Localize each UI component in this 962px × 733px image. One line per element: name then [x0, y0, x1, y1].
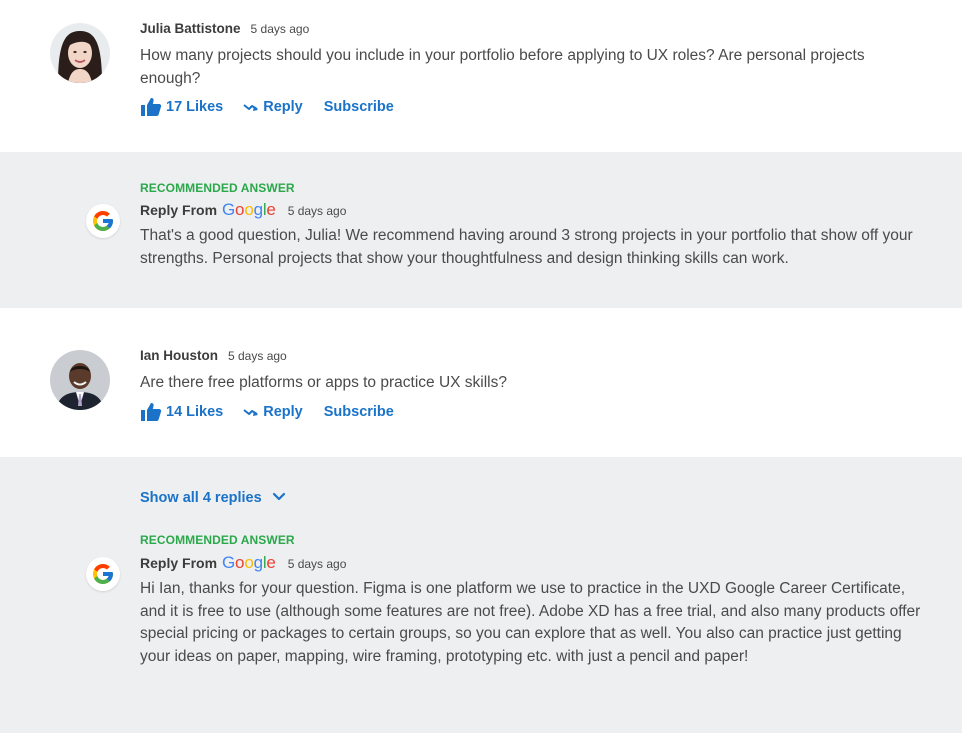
reply-button[interactable]: Reply [243, 99, 303, 115]
like-button[interactable]: 14 Likes [140, 402, 223, 422]
reply-from-header: Reply From Google 5 days ago [140, 200, 346, 220]
avatar-ian[interactable] [50, 350, 110, 410]
author-name[interactable]: Ian Houston [140, 348, 218, 363]
reply-from-label: Reply From [140, 555, 218, 571]
question-actions: 17 Likes Reply Subscribe [140, 97, 394, 117]
question-meta: Ian Houston 5 days ago [140, 348, 287, 363]
google-wordmark: Google [222, 553, 276, 572]
recommended-answer-badge: RECOMMENDED ANSWER [140, 181, 295, 195]
subscribe-button[interactable]: Subscribe [324, 404, 394, 420]
question-text: Are there free platforms or apps to prac… [140, 374, 507, 391]
answer-text: That's a good question, Julia! We recomm… [140, 227, 913, 267]
question-text: How many projects should you include in … [140, 47, 865, 87]
reply-label: Reply [263, 404, 303, 420]
show-all-replies-button[interactable]: Show all 4 replies [140, 490, 286, 506]
subscribe-button[interactable]: Subscribe [324, 99, 394, 115]
like-button[interactable]: 17 Likes [140, 97, 223, 117]
google-g-logo [86, 557, 120, 591]
reply-arrow-icon [243, 406, 259, 418]
author-name[interactable]: Julia Battistone [140, 21, 241, 36]
avatar-julia[interactable] [50, 23, 110, 83]
answer-time: 5 days ago [287, 204, 347, 218]
answer-text: Hi Ian, thanks for your question. Figma … [140, 580, 921, 665]
show-all-label: Show all 4 replies [140, 490, 262, 506]
reply-button[interactable]: Reply [243, 404, 303, 420]
thumbs-up-icon [140, 402, 162, 422]
reply-from-header: Reply From Google 5 days ago [140, 553, 346, 573]
post-time: 5 days ago [250, 22, 310, 36]
subscribe-label: Subscribe [323, 99, 394, 115]
google-g-logo [86, 204, 120, 238]
answer-time: 5 days ago [287, 557, 347, 571]
reply-arrow-icon [243, 101, 259, 113]
post-time: 5 days ago [228, 349, 287, 363]
likes-count: 17 Likes [166, 99, 224, 115]
question-block-2: Ian Houston 5 days ago Are there free pl… [0, 308, 962, 457]
google-wordmark: Google [222, 200, 276, 219]
subscribe-label: Subscribe [323, 404, 394, 420]
likes-count: 14 Likes [166, 404, 224, 420]
answer-block-1: RECOMMENDED ANSWER Reply From Google 5 d… [0, 152, 962, 308]
question-actions: 14 Likes Reply Subscribe [140, 402, 394, 422]
thumbs-up-icon [140, 97, 162, 117]
question-meta: Julia Battistone 5 days ago [140, 21, 309, 36]
chevron-down-icon [272, 490, 286, 506]
reply-from-label: Reply From [140, 202, 218, 218]
reply-label: Reply [263, 99, 303, 115]
question-block-1: Julia Battistone 5 days ago How many pro… [0, 0, 962, 152]
recommended-answer-badge: RECOMMENDED ANSWER [140, 533, 295, 547]
